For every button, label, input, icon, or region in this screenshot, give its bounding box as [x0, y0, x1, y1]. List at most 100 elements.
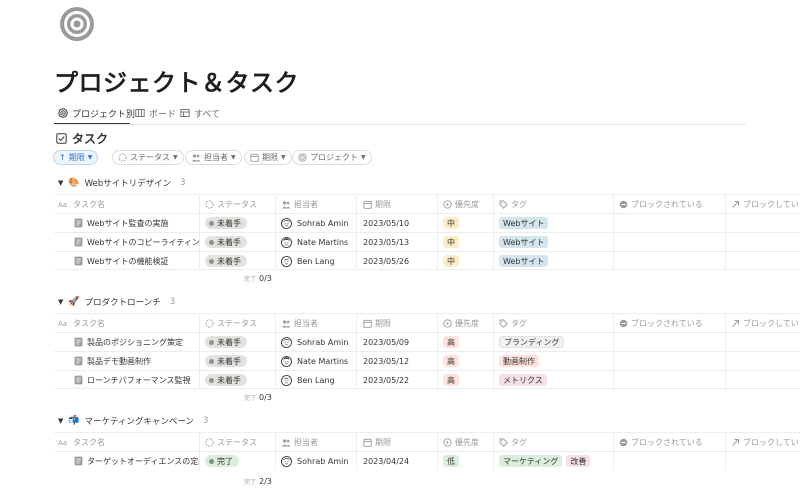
- blocked-by-cell[interactable]: [614, 214, 726, 232]
- status-cell[interactable]: 未着手: [200, 333, 276, 351]
- blocked-by-cell[interactable]: [614, 252, 726, 270]
- filter-chip-project[interactable]: プロジェクト ▼: [292, 150, 372, 165]
- deadline-cell[interactable]: 2023/05/26: [357, 252, 438, 270]
- completion-calc[interactable]: 完了 2/3: [244, 477, 272, 489]
- toggle-triangle-icon[interactable]: ▼: [58, 298, 63, 306]
- column-header-priority[interactable]: 優先度: [438, 433, 494, 451]
- task-name-cell[interactable]: ターゲットオーディエンスの定義: [54, 452, 200, 470]
- database-title[interactable]: タスク: [56, 129, 108, 147]
- column-header-name[interactable]: Aa タスク名: [54, 433, 200, 451]
- blocking-cell[interactable]: [726, 452, 800, 470]
- owner-cell[interactable]: Sohrab Amin: [276, 214, 357, 232]
- priority-cell[interactable]: 中: [438, 214, 494, 232]
- deadline-cell[interactable]: 2023/05/12: [357, 352, 438, 370]
- toggle-triangle-icon[interactable]: ▼: [58, 179, 63, 187]
- owner-cell[interactable]: Sohrab Amin: [276, 452, 357, 470]
- priority-cell[interactable]: 高: [438, 371, 494, 389]
- column-header-priority[interactable]: 優先度: [438, 195, 494, 213]
- blocked-by-cell[interactable]: [614, 233, 726, 251]
- filter-chip-owner[interactable]: 担当者 ▼: [185, 150, 242, 165]
- task-name-cell[interactable]: Webサイトの機能検証: [54, 252, 200, 270]
- owner-cell[interactable]: Ben Lang: [276, 371, 357, 389]
- toggle-triangle-icon[interactable]: ▼: [58, 417, 63, 425]
- blocked-by-cell[interactable]: [614, 333, 726, 351]
- column-header-deadline[interactable]: 期限: [357, 314, 438, 332]
- priority-cell[interactable]: 低: [438, 452, 494, 470]
- group-header[interactable]: ▼ 🎨 Webサイトリデザイン 3: [58, 176, 186, 190]
- blocking-cell[interactable]: [726, 233, 800, 251]
- table-row[interactable]: ターゲットオーディエンスの定義 完了 Sohrab Amin 2023/04/24 低 マ…: [54, 451, 800, 470]
- status-cell[interactable]: 未着手: [200, 233, 276, 251]
- completion-calc[interactable]: 完了 0/3: [244, 274, 272, 286]
- owner-cell[interactable]: Sohrab Amin: [276, 333, 357, 351]
- column-header-owner[interactable]: 担当者: [276, 433, 357, 451]
- tag-cell[interactable]: Webサイト: [494, 233, 614, 251]
- tag-cell[interactable]: マーケティング 改善: [494, 452, 614, 470]
- tab-board[interactable]: ボード: [135, 102, 176, 124]
- tag-cell[interactable]: 動画制作: [494, 352, 614, 370]
- deadline-cell[interactable]: 2023/05/13: [357, 233, 438, 251]
- column-header-blocked-by[interactable]: ブロックされている: [614, 195, 726, 213]
- column-header-deadline[interactable]: 期限: [357, 433, 438, 451]
- column-header-blocked-by[interactable]: ブロックされている: [614, 433, 726, 451]
- deadline-cell[interactable]: 2023/04/24: [357, 452, 438, 470]
- tag-cell[interactable]: ブランディング: [494, 333, 614, 351]
- task-name-cell[interactable]: 製品のポジショニング策定: [54, 333, 200, 351]
- deadline-cell[interactable]: 2023/05/22: [357, 371, 438, 389]
- deadline-cell[interactable]: 2023/05/10: [357, 214, 438, 232]
- blocking-cell[interactable]: [726, 352, 800, 370]
- column-header-tag[interactable]: タグ: [494, 433, 614, 451]
- filter-chip-status[interactable]: ステータス ▼: [112, 150, 184, 165]
- sort-chip-deadline[interactable]: ↑ 期限 ▼: [53, 150, 99, 165]
- column-header-priority[interactable]: 優先度: [438, 314, 494, 332]
- group-header[interactable]: ▼ 📬 マーケティングキャンペーン 3: [58, 414, 208, 428]
- tag-cell[interactable]: メトリクス: [494, 371, 614, 389]
- blocking-cell[interactable]: [726, 214, 800, 232]
- column-header-name[interactable]: Aa タスク名: [54, 314, 200, 332]
- priority-cell[interactable]: 高: [438, 352, 494, 370]
- owner-cell[interactable]: Nate Martins: [276, 233, 357, 251]
- priority-cell[interactable]: 中: [438, 252, 494, 270]
- blocking-cell[interactable]: [726, 371, 800, 389]
- task-name-cell[interactable]: ローンチパフォーマンス監視: [54, 371, 200, 389]
- table-row[interactable]: Webサイトの機能検証 未着手 Ben Lang 2023/05/26 中 Webサイト: [54, 251, 800, 270]
- blocked-by-cell[interactable]: [614, 371, 726, 389]
- column-header-blocking[interactable]: ブロックしてい: [726, 195, 800, 213]
- column-header-owner[interactable]: 担当者: [276, 195, 357, 213]
- task-name-cell[interactable]: 製品デモ動画制作: [54, 352, 200, 370]
- status-cell[interactable]: 未着手: [200, 352, 276, 370]
- page-icon[interactable]: [59, 6, 95, 42]
- table-row[interactable]: Webサイトのコピーライティング 未着手 Nate Martins 2023/05/1…: [54, 232, 800, 251]
- column-header-status[interactable]: ステータス: [200, 433, 276, 451]
- deadline-cell[interactable]: 2023/05/09: [357, 333, 438, 351]
- tab-all[interactable]: すべて: [180, 102, 220, 124]
- tag-cell[interactable]: Webサイト: [494, 252, 614, 270]
- column-header-name[interactable]: Aa タスク名: [54, 195, 200, 213]
- column-header-tag[interactable]: タグ: [494, 314, 614, 332]
- blocking-cell[interactable]: [726, 252, 800, 270]
- owner-cell[interactable]: Nate Martins: [276, 352, 357, 370]
- column-header-tag[interactable]: タグ: [494, 195, 614, 213]
- blocked-by-cell[interactable]: [614, 452, 726, 470]
- table-row[interactable]: 製品のポジショニング策定 未着手 Sohrab Amin 2023/05/09 高 ブラン…: [54, 332, 800, 351]
- tag-cell[interactable]: Webサイト: [494, 214, 614, 232]
- status-cell[interactable]: 未着手: [200, 371, 276, 389]
- tab-by-project[interactable]: プロジェクト別: [58, 102, 135, 124]
- owner-cell[interactable]: Ben Lang: [276, 252, 357, 270]
- completion-calc[interactable]: 完了 0/3: [244, 393, 272, 405]
- task-name-cell[interactable]: Webサイトのコピーライティング: [54, 233, 200, 251]
- column-header-status[interactable]: ステータス: [200, 314, 276, 332]
- column-header-blocking[interactable]: ブロックしてい: [726, 314, 800, 332]
- status-cell[interactable]: 未着手: [200, 252, 276, 270]
- column-header-owner[interactable]: 担当者: [276, 314, 357, 332]
- table-row[interactable]: ローンチパフォーマンス監視 未着手 Ben Lang 2023/05/22 高 メトリクス: [54, 370, 800, 389]
- status-cell[interactable]: 未着手: [200, 214, 276, 232]
- group-header[interactable]: ▼ 🚀 プロダクトローンチ 3: [58, 295, 175, 309]
- column-header-deadline[interactable]: 期限: [357, 195, 438, 213]
- priority-cell[interactable]: 高: [438, 333, 494, 351]
- column-header-blocking[interactable]: ブロックしてい: [726, 433, 800, 451]
- table-row[interactable]: Webサイト監査の実施 未着手 Sohrab Amin 2023/05/10 中 Webサ…: [54, 213, 800, 232]
- column-header-status[interactable]: ステータス: [200, 195, 276, 213]
- table-row[interactable]: 製品デモ動画制作 未着手 Nate Martins 2023/05/12 高 動画制作: [54, 351, 800, 370]
- status-cell[interactable]: 完了: [200, 452, 276, 470]
